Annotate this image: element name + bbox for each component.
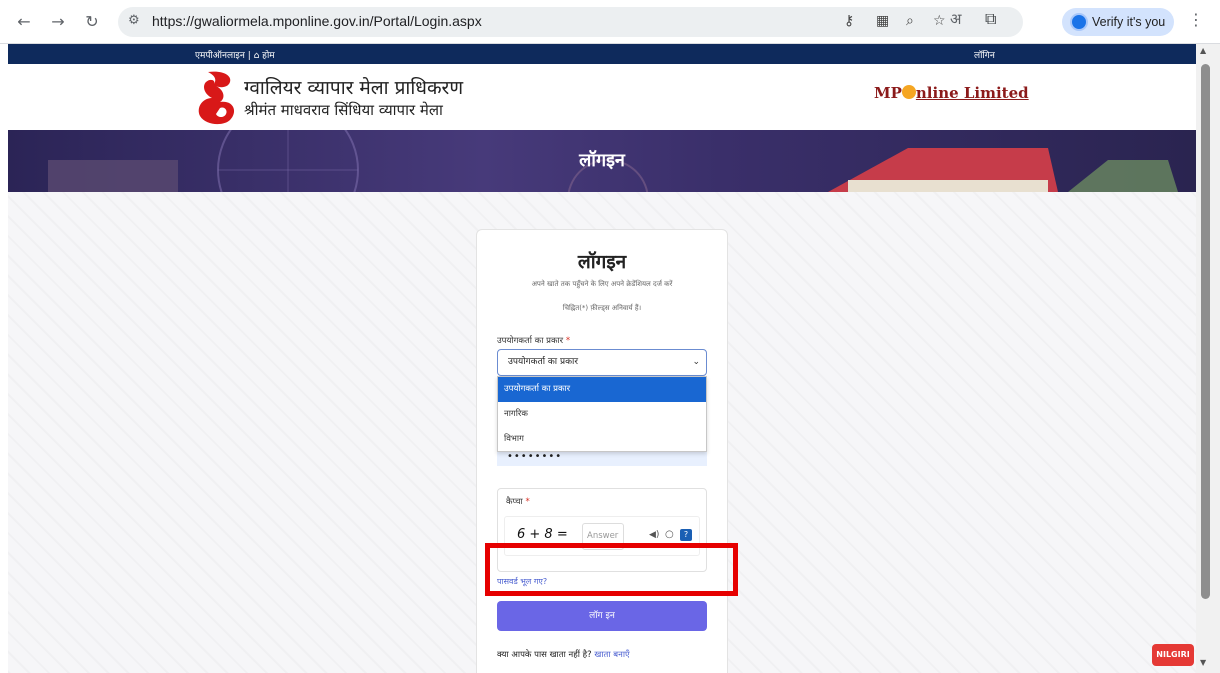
verify-profile-button[interactable]: Verify it's you (1062, 8, 1174, 36)
mela-logo-icon[interactable] (194, 68, 246, 126)
back-icon[interactable]: ← (12, 10, 36, 34)
usertype-dropdown[interactable]: उपयोगकर्ता का प्रकार नागरिक विभाग (497, 376, 707, 452)
profile-avatar-icon (1070, 13, 1088, 31)
required-asterisk: * (565, 336, 571, 346)
translate-page-icon[interactable]: ▦ (876, 13, 889, 29)
signup-prompt: क्या आपके पास खाता नहीं है? खाता बनाएँ (497, 649, 630, 660)
topbar-login-link[interactable]: लॉगिन (974, 48, 995, 61)
address-bar[interactable]: ⚙ https://gwaliormela.mponline.gov.in/Po… (118, 7, 1023, 37)
chevron-down-icon: ⌄ (692, 357, 700, 367)
translate-icon[interactable]: अ (950, 9, 961, 29)
dropdown-option[interactable]: विभाग (498, 427, 706, 452)
card-title: लॉगइन (577, 251, 627, 273)
site-title-primary: ग्वालियर व्यापार मेला प्राधिकरण (244, 77, 464, 99)
browser-toolbar: ← → ↻ ⚙ https://gwaliormela.mponline.gov… (0, 0, 1220, 44)
dropdown-option[interactable]: नागरिक (498, 402, 706, 427)
partner-logo-name: nline Limited (915, 84, 1029, 102)
login-card: लॉगइन अपने खाते तक पहुँचने के लिए अपने क… (476, 229, 728, 673)
password-input[interactable]: •••••••• (497, 452, 707, 466)
signup-link[interactable]: खाता बनाएँ (594, 650, 629, 660)
nilgiri-badge[interactable]: NILGIRI (1152, 644, 1194, 666)
captcha-label-text: कैप्चा (506, 497, 523, 507)
usertype-selected-value: उपयोगकर्ता का प्रकार (508, 357, 579, 367)
required-note: चिह्नित(*) फ़ील्ड्स अनिवार्य हैं। (562, 304, 642, 312)
site-title-secondary: श्रीमंत माधवराव सिंधिया व्यापार मेला (244, 101, 443, 119)
site-info-icon[interactable]: ⚙ (128, 13, 140, 28)
audio-icon[interactable]: ◀) (649, 530, 659, 540)
usertype-label-text: उपयोगकर्ता का प्रकार (497, 336, 564, 346)
globe-icon (901, 85, 916, 99)
card-subtitle: अपने खाते तक पहुँचने के लिए अपने क्रेडें… (531, 280, 673, 288)
reload-icon[interactable]: ↻ (80, 10, 104, 34)
forward-icon[interactable]: → (46, 10, 70, 34)
url-text[interactable]: https://gwaliormela.mponline.gov.in/Port… (152, 13, 482, 29)
password-key-icon[interactable]: ⚷ (844, 13, 854, 29)
captcha-label: कैप्चा * (506, 496, 530, 507)
mponline-logo[interactable]: MP nline Limited (874, 84, 1029, 102)
bookmark-star-icon[interactable]: ☆ (933, 13, 946, 29)
page-banner: लॉगइन (8, 130, 1196, 192)
scroll-thumb[interactable] (1201, 64, 1210, 599)
usertype-label: उपयोगकर्ता का प्रकार * (497, 335, 570, 346)
banner-title: लॉगइन (579, 150, 625, 171)
signup-prompt-text: क्या आपके पास खाता नहीं है? (497, 650, 592, 660)
topbar-home-link[interactable]: एमपीऑनलाइन | ⌂ होम (195, 48, 275, 61)
verify-label: Verify it's you (1092, 15, 1166, 29)
captcha-equation: 6 + 8 = (517, 527, 568, 542)
highlight-box (485, 543, 738, 596)
login-button[interactable]: लॉग इन (497, 601, 707, 631)
dropdown-option[interactable]: उपयोगकर्ता का प्रकार (498, 377, 706, 402)
scroll-up-icon[interactable]: ▲ (1200, 46, 1206, 55)
zoom-icon[interactable]: ⌕ (906, 13, 914, 29)
content-area: लॉगइन अपने खाते तक पहुँचने के लिए अपने क… (8, 192, 1196, 673)
usertype-select[interactable]: उपयोगकर्ता का प्रकार ⌄ (497, 349, 707, 376)
site-header: ग्वालियर व्यापार मेला प्राधिकरण श्रीमंत … (8, 64, 1196, 130)
required-asterisk: * (525, 497, 530, 507)
partner-logo-mp: MP (874, 84, 902, 102)
site-topbar: एमपीऑनलाइन | ⌂ होम लॉगिन (8, 44, 1196, 64)
extensions-icon[interactable]: ⧉ (985, 9, 996, 29)
scroll-down-icon[interactable]: ▼ (1200, 658, 1206, 667)
browser-menu-icon[interactable]: ⋮ (1188, 10, 1204, 29)
refresh-icon[interactable]: ○ (665, 529, 674, 540)
page-scrollbar[interactable]: ▲ ▼ (1196, 44, 1220, 673)
help-icon[interactable]: ? (680, 529, 692, 541)
app-root: ← → ↻ ⚙ https://gwaliormela.mponline.gov… (0, 0, 1220, 673)
